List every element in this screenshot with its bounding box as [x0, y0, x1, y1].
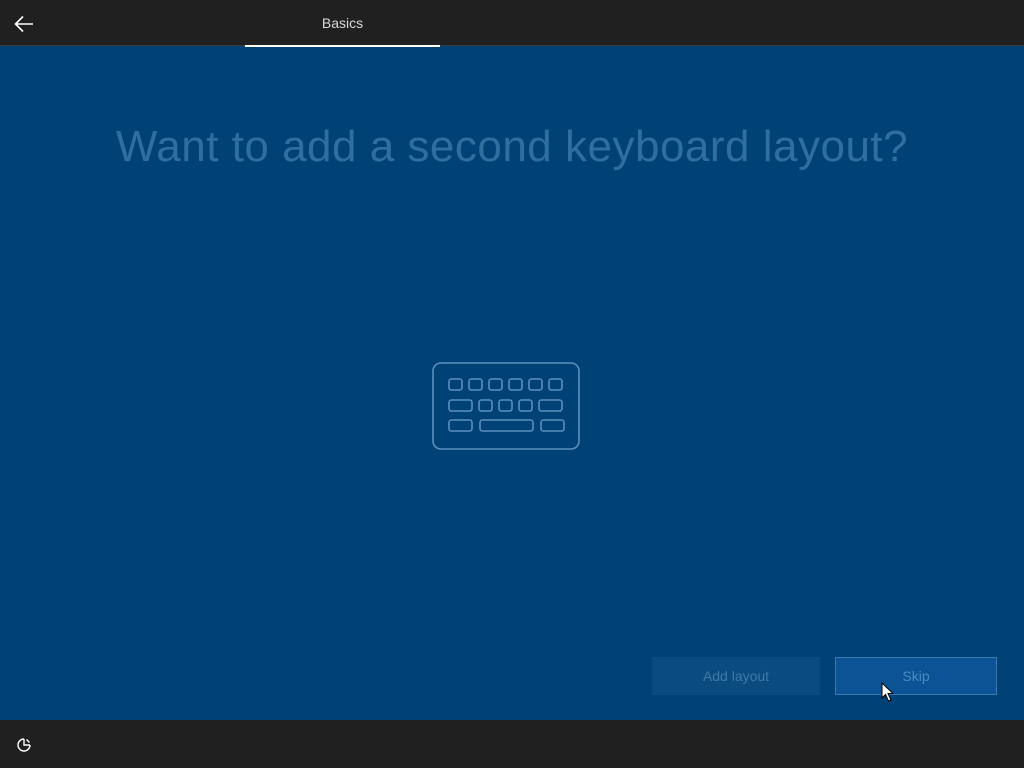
- tab-basics-label: Basics: [321, 15, 364, 31]
- tab-active-indicator: [245, 45, 440, 47]
- accessibility-button[interactable]: [12, 733, 36, 757]
- add-layout-button[interactable]: Add layout: [652, 657, 820, 695]
- add-layout-label: Add layout: [702, 668, 770, 684]
- bottom-bar: [0, 720, 1024, 768]
- back-button[interactable]: [9, 9, 39, 39]
- skip-button[interactable]: Skip: [835, 657, 997, 695]
- mouse-pointer-icon: [881, 682, 895, 702]
- page-title: Want to add a second keyboard layout?: [115, 122, 909, 171]
- tab-basics[interactable]: Basics: [245, 0, 440, 47]
- top-bar: Basics: [0, 0, 1024, 47]
- arrow-left-icon: [14, 15, 33, 33]
- keyboard-icon: [432, 362, 580, 450]
- ease-of-access-icon: [17, 738, 31, 752]
- skip-label: Skip: [902, 668, 930, 684]
